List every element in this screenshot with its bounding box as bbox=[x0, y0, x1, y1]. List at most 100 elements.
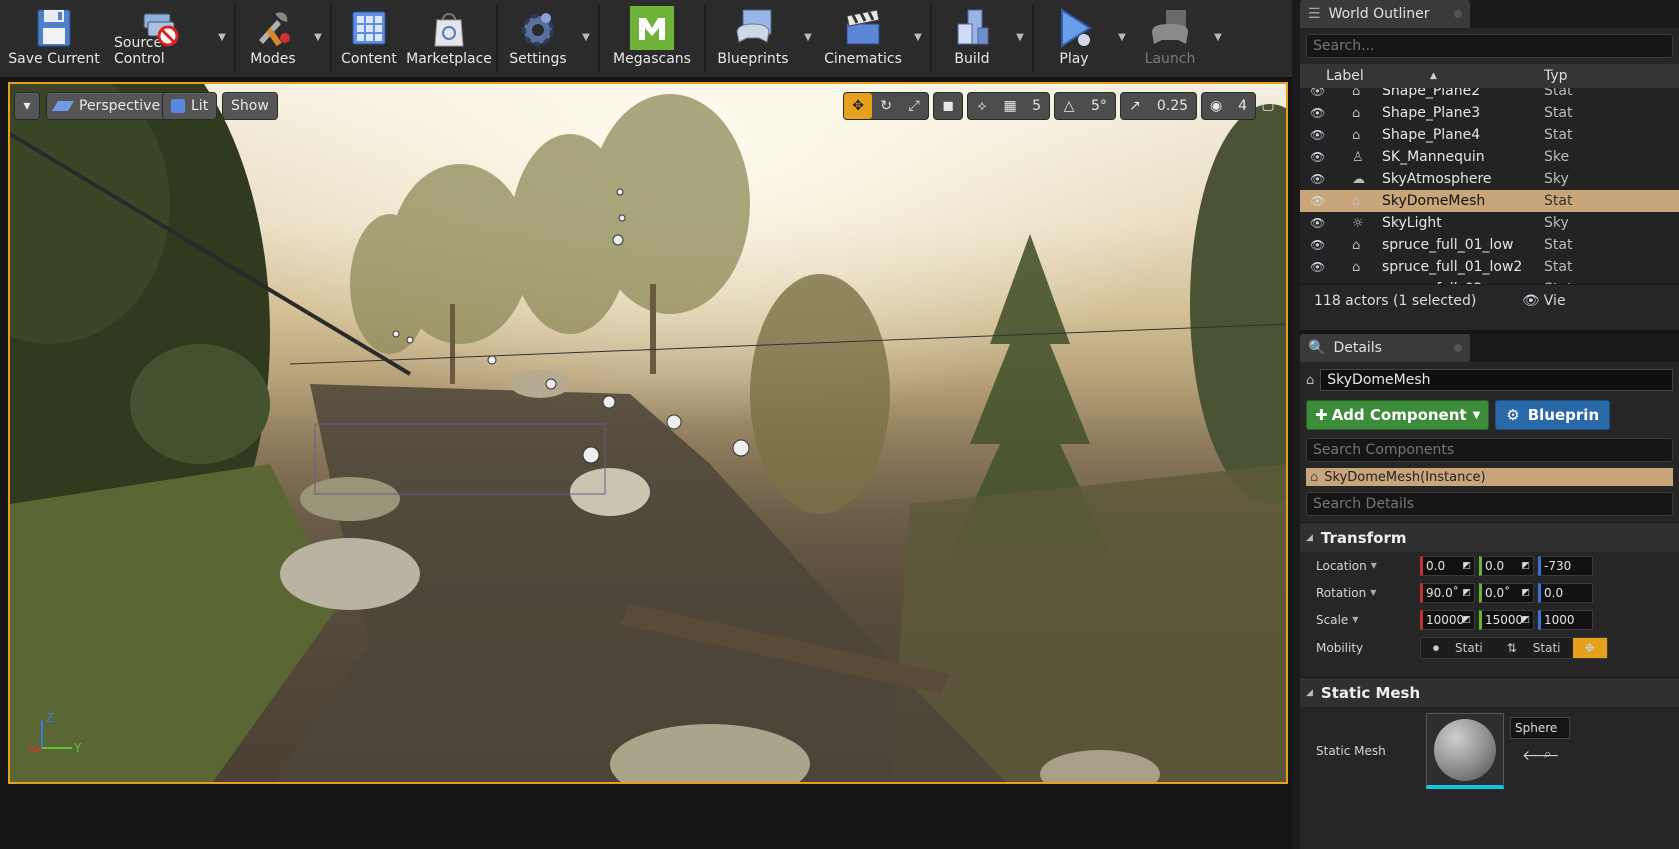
scale-icon[interactable]: ⤢ bbox=[900, 93, 928, 119]
blueprint-button[interactable]: ⚙ Blueprin bbox=[1495, 400, 1611, 430]
details-tab[interactable]: 🔍 Details bbox=[1300, 334, 1470, 362]
location-z-field[interactable]: -730 bbox=[1538, 555, 1593, 576]
scale-z-field[interactable]: 1000 bbox=[1538, 609, 1593, 630]
visibility-eye-icon[interactable]: 👁 bbox=[1310, 106, 1334, 120]
outliner-search-input[interactable] bbox=[1306, 34, 1673, 58]
play-dropdown[interactable]: ▼ bbox=[1112, 0, 1132, 77]
rotation-y-field[interactable]: 0.0˚ ◩ bbox=[1479, 582, 1534, 603]
play-button[interactable]: Play bbox=[1036, 0, 1112, 77]
close-tab-icon[interactable] bbox=[1454, 344, 1462, 352]
build-dropdown[interactable]: ▼ bbox=[1010, 0, 1030, 77]
world-space-icon[interactable]: ◼ bbox=[934, 93, 962, 119]
list-item[interactable]: 👁 ☁ SkyAtmosphere Sky bbox=[1300, 168, 1679, 190]
actor-type: Stat bbox=[1544, 237, 1573, 253]
add-component-button[interactable]: ✚ Add Component ▼ bbox=[1306, 400, 1490, 430]
view-options-button[interactable]: 👁 Vie bbox=[1522, 293, 1566, 309]
lit-mode-button[interactable]: Lit bbox=[162, 92, 218, 120]
list-item-selected[interactable]: 👁 ⌂ SkyDomeMesh Stat bbox=[1300, 190, 1679, 212]
list-item[interactable]: 👁 ⌂ Shape_Plane3 Stat bbox=[1300, 102, 1679, 124]
visibility-eye-icon[interactable]: 👁 bbox=[1310, 128, 1334, 142]
cinematics-dropdown[interactable]: ▼ bbox=[908, 0, 928, 77]
launch-button[interactable]: Launch bbox=[1132, 0, 1208, 77]
rotation-snap-icon[interactable]: △ bbox=[1055, 93, 1083, 119]
content-button[interactable]: Content bbox=[334, 0, 404, 77]
modes-dropdown[interactable]: ▼ bbox=[308, 0, 328, 77]
visibility-eye-icon[interactable]: 👁 bbox=[1310, 150, 1334, 164]
static-mesh-asset-name: Sphere bbox=[1515, 721, 1558, 735]
location-y-field[interactable]: 0.0 ◩ bbox=[1479, 555, 1534, 576]
label-column-header[interactable]: Label bbox=[1326, 68, 1364, 84]
build-button[interactable]: Build bbox=[934, 0, 1010, 77]
static-mesh-icon: ⌂ bbox=[1352, 127, 1361, 143]
visibility-eye-icon[interactable]: 👁 bbox=[1310, 238, 1334, 252]
list-item[interactable]: 👁 ♙ SK_Mannequin Ske bbox=[1300, 146, 1679, 168]
viewport-options-menu[interactable]: ▾ bbox=[14, 92, 40, 120]
translate-icon[interactable]: ✥ bbox=[844, 93, 873, 119]
search-details-input[interactable] bbox=[1306, 492, 1673, 516]
location-x-field[interactable]: 0.0 ◩ bbox=[1420, 555, 1475, 576]
rotate-icon[interactable]: ↻ bbox=[872, 93, 900, 119]
scale-snap-icon[interactable]: ↗ bbox=[1121, 93, 1149, 119]
surface-snap-icon[interactable]: ⟡ bbox=[968, 93, 996, 119]
toolbar-separator bbox=[930, 4, 932, 73]
mobility-movable-option[interactable]: ✥ bbox=[1572, 638, 1607, 658]
rotation-snap-value[interactable]: 5° bbox=[1083, 93, 1115, 119]
list-item[interactable]: 👁 ⌂ spruce_full_01_low2 Stat bbox=[1300, 256, 1679, 278]
static-mesh-section-header[interactable]: ◢ Static Mesh bbox=[1300, 677, 1679, 707]
rotation-z-field[interactable]: 0.0 bbox=[1538, 582, 1593, 603]
chevron-down-icon[interactable]: ▼ bbox=[1352, 615, 1358, 624]
list-item[interactable]: 👁 ⌂ Shape_Plane4 Stat bbox=[1300, 124, 1679, 146]
component-instance-row[interactable]: ⌂ SkyDomeMesh(Instance) bbox=[1306, 468, 1673, 486]
settings-dropdown[interactable]: ▼ bbox=[576, 0, 596, 77]
settings-button[interactable]: Settings bbox=[500, 0, 576, 77]
world-outliner-tab[interactable]: ☰ World Outliner bbox=[1300, 0, 1470, 28]
toolbar-separator bbox=[1032, 4, 1034, 73]
chevron-down-icon[interactable]: ▼ bbox=[1371, 561, 1377, 570]
save-current-button[interactable]: Save Current bbox=[0, 0, 108, 77]
list-item[interactable]: 👁 ☼ SkyLight Sky bbox=[1300, 212, 1679, 234]
actor-name-field[interactable] bbox=[1320, 369, 1673, 391]
transform-section-header[interactable]: ◢ Transform bbox=[1300, 522, 1679, 552]
visibility-eye-icon[interactable]: 👁 bbox=[1310, 216, 1334, 230]
sky-light-icon: ☼ bbox=[1352, 215, 1364, 231]
visibility-eye-icon[interactable]: 👁 bbox=[1310, 88, 1334, 98]
visibility-eye-icon[interactable]: 👁 bbox=[1310, 194, 1334, 208]
perspective-button[interactable]: Perspective bbox=[46, 92, 170, 120]
maximize-viewport-icon[interactable]: ▢ bbox=[1260, 92, 1276, 118]
magnifier-icon: 🔍 bbox=[1308, 340, 1326, 356]
list-item[interactable]: 👁 ⌂ Shape_Plane2 Stat bbox=[1300, 88, 1679, 102]
static-mesh-thumbnail[interactable] bbox=[1426, 713, 1504, 789]
source-control-dropdown[interactable]: ▼ bbox=[212, 0, 232, 77]
use-selected-arrow-icon[interactable]: 🡐 bbox=[1522, 747, 1560, 764]
scale-y-field[interactable]: 15000 ◩ bbox=[1479, 609, 1534, 630]
cinematics-button[interactable]: Cinematics bbox=[818, 0, 908, 77]
browse-magnifier-icon[interactable]: ⌕ bbox=[1544, 747, 1551, 762]
scale-x-field[interactable]: 10000 ◩ bbox=[1420, 609, 1475, 630]
marketplace-button[interactable]: Marketplace bbox=[404, 0, 494, 77]
source-control-button[interactable]: Source Control bbox=[108, 0, 212, 77]
show-flags-button[interactable]: Show bbox=[222, 92, 278, 120]
mobility-static-option[interactable]: ⏺ Stati bbox=[1421, 641, 1495, 656]
static-mesh-asset-combo[interactable]: Sphere bbox=[1510, 717, 1570, 739]
search-components-input[interactable] bbox=[1306, 438, 1673, 462]
level-viewport[interactable]: ▾ Perspective Lit Show ✥ ↻ ⤢ ◼ ⟡ ▦ 5 △ 5… bbox=[8, 82, 1288, 784]
megascans-button[interactable]: Megascans bbox=[602, 0, 702, 77]
mobility-stationary-option[interactable]: ⇅ Stati bbox=[1495, 641, 1573, 655]
camera-speed-icon[interactable]: ◉ bbox=[1202, 93, 1230, 119]
blueprints-button[interactable]: Blueprints bbox=[708, 0, 798, 77]
close-tab-icon[interactable] bbox=[1454, 10, 1462, 18]
launch-dropdown[interactable]: ▼ bbox=[1208, 0, 1228, 77]
chevron-down-icon[interactable]: ▼ bbox=[1370, 588, 1376, 597]
grid-snap-icon[interactable]: ▦ bbox=[996, 93, 1024, 119]
blueprints-dropdown[interactable]: ▼ bbox=[798, 0, 818, 77]
scale-snap-value[interactable]: 0.25 bbox=[1149, 93, 1196, 119]
modes-button[interactable]: Modes bbox=[238, 0, 308, 77]
type-column-header[interactable]: Typ bbox=[1544, 68, 1568, 84]
panel-splitter[interactable] bbox=[1292, 0, 1300, 849]
rotation-x-field[interactable]: 90.0˚ ◩ bbox=[1420, 582, 1475, 603]
list-item[interactable]: 👁 ⌂ spruce_full_01_low Stat bbox=[1300, 234, 1679, 256]
visibility-eye-icon[interactable]: 👁 bbox=[1310, 260, 1334, 274]
grid-snap-value[interactable]: 5 bbox=[1024, 93, 1049, 119]
camera-speed-value[interactable]: 4 bbox=[1230, 93, 1255, 119]
visibility-eye-icon[interactable]: 👁 bbox=[1310, 172, 1334, 186]
